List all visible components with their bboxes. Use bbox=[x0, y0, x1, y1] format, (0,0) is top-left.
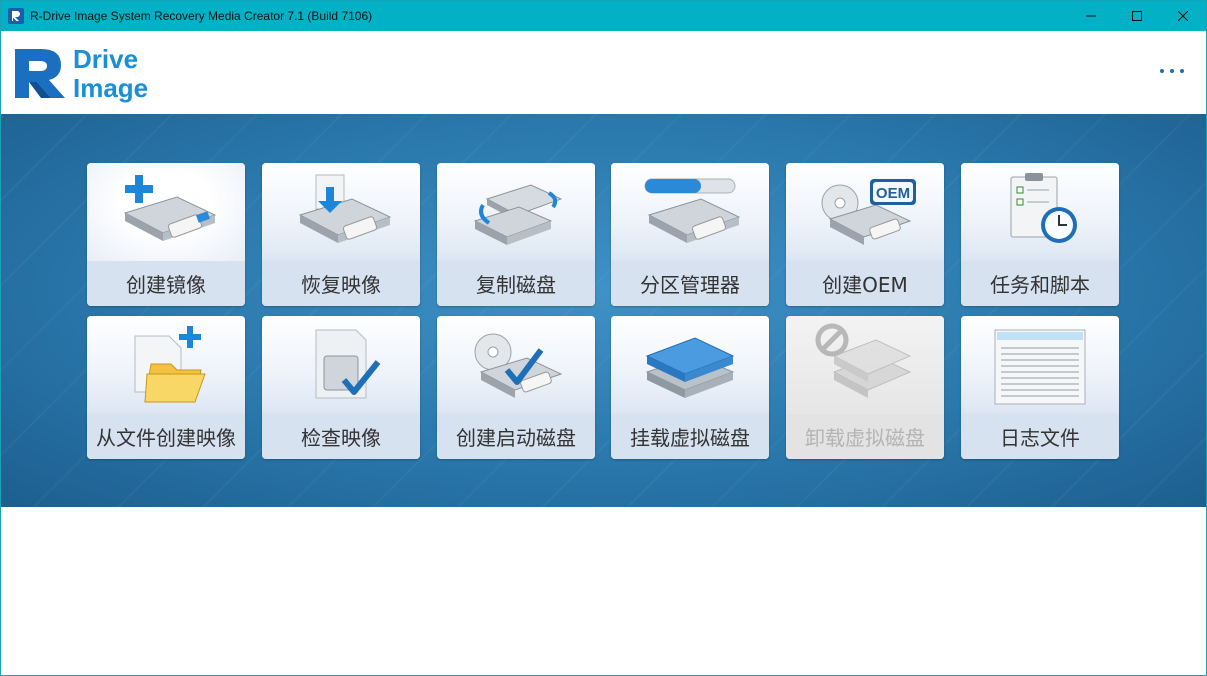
tile-copy-disk[interactable]: 复制磁盘 bbox=[437, 163, 595, 306]
tile-image-area: OEM bbox=[786, 163, 944, 261]
tile-label: 创建OEM bbox=[786, 261, 944, 306]
tile-label: 恢复映像 bbox=[262, 261, 420, 306]
title-bar[interactable]: R-Drive Image System Recovery Media Crea… bbox=[1, 1, 1206, 31]
window-controls bbox=[1068, 1, 1206, 31]
ellipsis-dot bbox=[1180, 69, 1184, 73]
partition-manager-icon bbox=[644, 178, 741, 243]
tile-label: 创建启动磁盘 bbox=[437, 414, 595, 459]
tile-create-oem[interactable]: OEM 创建OEM bbox=[786, 163, 944, 306]
tile-partition-manager[interactable]: 分区管理器 bbox=[611, 163, 769, 306]
tile-label: 创建镜像 bbox=[87, 261, 245, 306]
restore-image-icon bbox=[298, 174, 392, 243]
app-logo-icon bbox=[8, 8, 24, 24]
tile-label: 任务和脚本 bbox=[961, 261, 1119, 306]
tile-image-area bbox=[961, 316, 1119, 414]
create-boot-disk-icon bbox=[474, 333, 563, 398]
tile-restore-image[interactable]: 恢复映像 bbox=[262, 163, 420, 306]
tile-label: 复制磁盘 bbox=[437, 261, 595, 306]
rdrive-image-logo: Drive Image bbox=[11, 43, 171, 103]
tile-label: 分区管理器 bbox=[611, 261, 769, 306]
log-file-icon bbox=[994, 329, 1086, 405]
ellipsis-dot bbox=[1170, 69, 1174, 73]
check-image-icon bbox=[315, 329, 381, 399]
image-from-files-icon bbox=[134, 326, 206, 403]
tile-mount-virtual-disk[interactable]: 挂载虚拟磁盘 bbox=[611, 316, 769, 459]
tile-tasks-scripts[interactable]: 任务和脚本 bbox=[961, 163, 1119, 306]
tile-image-area bbox=[437, 316, 595, 414]
tile-label: 卸载虚拟磁盘 bbox=[786, 414, 944, 459]
actions-panel: 创建镜像 恢复映像 复制磁盘 分区管理器 OEM 创建OEM 任务和脚本 从文件… bbox=[1, 114, 1206, 507]
tile-image-from-files[interactable]: 从文件创建映像 bbox=[87, 316, 245, 459]
tasks-scripts-icon bbox=[1010, 173, 1077, 243]
close-button[interactable] bbox=[1160, 1, 1206, 31]
logo-word-drive: Drive bbox=[73, 44, 139, 74]
minimize-button[interactable] bbox=[1068, 1, 1114, 31]
tile-image-area bbox=[262, 163, 420, 261]
mount-virtual-disk-icon bbox=[645, 337, 735, 398]
tile-image-area bbox=[262, 316, 420, 414]
maximize-button[interactable] bbox=[1114, 1, 1160, 31]
tile-label: 从文件创建映像 bbox=[87, 414, 245, 459]
header: Drive Image bbox=[1, 31, 1206, 114]
tile-unmount-virtual-disk: 卸载虚拟磁盘 bbox=[786, 316, 944, 459]
empty-area bbox=[1, 507, 1206, 675]
tile-create-boot-disk[interactable]: 创建启动磁盘 bbox=[437, 316, 595, 459]
close-icon bbox=[1178, 11, 1188, 21]
maximize-icon bbox=[1132, 11, 1142, 21]
tile-log-file[interactable]: 日志文件 bbox=[961, 316, 1119, 459]
tile-label: 日志文件 bbox=[961, 414, 1119, 459]
unmount-virtual-disk-icon bbox=[815, 323, 912, 398]
tile-label: 挂载虚拟磁盘 bbox=[611, 414, 769, 459]
tile-image-area bbox=[611, 163, 769, 261]
logo-r-icon bbox=[15, 49, 65, 98]
svg-text:OEM: OEM bbox=[876, 185, 910, 202]
tile-image-area bbox=[87, 163, 245, 261]
minimize-icon bbox=[1086, 15, 1096, 17]
tile-create-image[interactable]: 创建镜像 bbox=[87, 163, 245, 306]
tile-image-area bbox=[87, 316, 245, 414]
tile-check-image[interactable]: 检查映像 bbox=[262, 316, 420, 459]
copy-disk-icon bbox=[473, 184, 563, 245]
logo-word-image: Image bbox=[73, 73, 149, 103]
tile-image-area bbox=[437, 163, 595, 261]
app-window: R-Drive Image System Recovery Media Crea… bbox=[0, 0, 1207, 676]
tile-image-area bbox=[786, 316, 944, 414]
ellipsis-dot bbox=[1160, 69, 1164, 73]
create-image-icon bbox=[123, 175, 217, 241]
tile-image-area bbox=[961, 163, 1119, 261]
tile-image-area bbox=[611, 316, 769, 414]
more-options-button[interactable] bbox=[1160, 61, 1184, 81]
window-title: R-Drive Image System Recovery Media Crea… bbox=[30, 9, 373, 23]
create-oem-icon: OEM bbox=[821, 179, 916, 245]
tile-label: 检查映像 bbox=[262, 414, 420, 459]
